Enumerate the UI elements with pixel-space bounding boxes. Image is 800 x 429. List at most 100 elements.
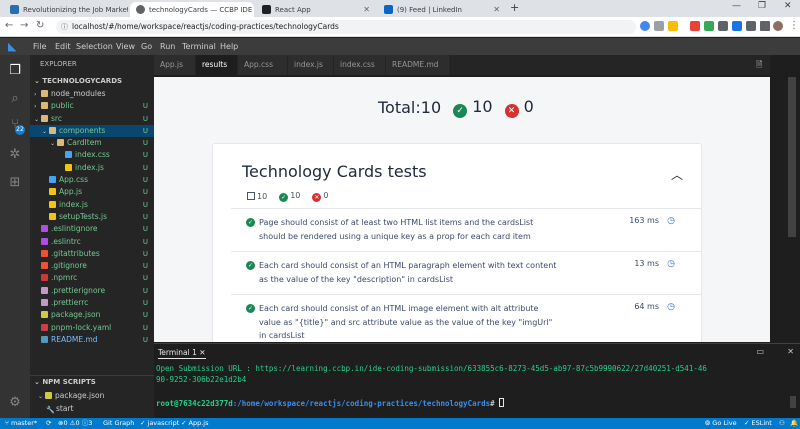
browser-tab-linkedin[interactable]: (9) Feed | LinkedIn ✕ bbox=[378, 2, 506, 17]
tree-item[interactable]: README.md U bbox=[30, 334, 154, 346]
maximize-panel-icon[interactable]: ▭ bbox=[756, 347, 764, 356]
info-count: 3 bbox=[88, 419, 93, 427]
sidepanel-icon[interactable] bbox=[760, 21, 770, 31]
tree-item[interactable]: pnpm-lock.yaml U bbox=[30, 322, 154, 334]
menu-go[interactable]: Go bbox=[141, 38, 152, 55]
gear-icon[interactable]: ⚙ bbox=[7, 395, 23, 411]
menu-terminal[interactable]: Terminal bbox=[182, 38, 216, 55]
sync-icon[interactable]: ⟳ bbox=[46, 418, 51, 429]
forward-icon[interactable]: → bbox=[20, 20, 28, 31]
tree-item[interactable]: ⌄ CardItem U bbox=[30, 137, 154, 149]
menu-run[interactable]: Run bbox=[160, 38, 175, 55]
tree-item-label: CardItem bbox=[67, 138, 102, 148]
npm-package-json[interactable]: ⌄ package.json bbox=[30, 390, 154, 402]
browser-tab-revolutionizing[interactable]: Revolutionizing the Job Market | ✕ bbox=[4, 2, 128, 17]
tree-item[interactable]: .prettierrc U bbox=[30, 297, 154, 309]
share-icon[interactable] bbox=[654, 21, 664, 31]
language-indicator[interactable]: ✓ javascript bbox=[140, 418, 179, 429]
tree-item[interactable]: setupTests.js U bbox=[30, 211, 154, 223]
tree-item[interactable]: .prettierignore U bbox=[30, 285, 154, 297]
extension-icon[interactable] bbox=[704, 21, 714, 31]
tree-item[interactable]: › public U bbox=[30, 100, 154, 112]
tab-app-css[interactable]: App.css bbox=[238, 55, 288, 75]
npm-script-start[interactable]: 🔧start bbox=[30, 403, 154, 415]
git-graph-button[interactable]: Git Graph bbox=[103, 418, 134, 429]
folder-icon bbox=[49, 126, 56, 134]
maximize-icon[interactable]: ❐ bbox=[758, 1, 766, 11]
tree-item[interactable]: .gitattributes U bbox=[30, 248, 154, 260]
tree-item[interactable]: index.js U bbox=[30, 162, 154, 174]
extension-icon[interactable] bbox=[718, 21, 728, 31]
chevron-up-icon[interactable]: ︿ bbox=[671, 166, 683, 183]
tab-readme[interactable]: README.md bbox=[386, 55, 450, 75]
file-icon[interactable]: 🗎 bbox=[756, 59, 762, 73]
tree-item[interactable]: ⌄ components U bbox=[30, 124, 154, 138]
info-icon[interactable]: ⓘ bbox=[61, 20, 68, 34]
puzzle-icon[interactable] bbox=[746, 21, 756, 31]
tab-results[interactable]: results bbox=[196, 55, 238, 75]
extensions-icon[interactable]: ⊞ bbox=[7, 175, 23, 191]
problems-indicator[interactable]: ⊗0 ⚠0 ⓘ3 bbox=[58, 418, 92, 429]
tree-item[interactable]: .gitignore U bbox=[30, 260, 154, 272]
search-icon[interactable]: ⌕ bbox=[7, 91, 23, 107]
window-close-icon[interactable]: ✕ bbox=[784, 1, 792, 11]
terminal-tab[interactable]: Terminal 1 ✕ bbox=[158, 348, 206, 359]
close-icon[interactable]: ✕ bbox=[252, 5, 254, 14]
tab-app-js[interactable]: App.js bbox=[154, 55, 196, 75]
tab-index-css[interactable]: index.css bbox=[334, 55, 386, 75]
google-icon[interactable] bbox=[640, 21, 650, 31]
file-indicator[interactable]: ✓ App.js bbox=[181, 418, 208, 429]
back-icon[interactable]: ← bbox=[5, 20, 13, 31]
menu-file[interactable]: File bbox=[33, 38, 46, 55]
extension-icon[interactable] bbox=[690, 21, 700, 31]
tree-item[interactable]: index.css U bbox=[30, 149, 154, 161]
scrollbar-thumb[interactable] bbox=[788, 77, 796, 237]
tree-item[interactable]: .eslintrc U bbox=[30, 236, 154, 248]
browser-tab-ccbp-ide[interactable]: technologyCards — CCBP IDE ✕ bbox=[130, 2, 254, 17]
close-icon[interactable]: ✕ bbox=[359, 5, 370, 14]
close-panel-icon[interactable]: ✕ bbox=[787, 347, 794, 356]
npm-scripts-header[interactable]: ⌄ NPM SCRIPTS bbox=[30, 375, 154, 388]
git-status-badge: U bbox=[142, 139, 148, 148]
file-tree: › node_modules › public U ⌄ src U ⌄ components U ⌄ C… bbox=[30, 88, 154, 346]
bell-icon[interactable]: 🔔 bbox=[790, 418, 798, 429]
tree-item[interactable]: package.json U bbox=[30, 309, 154, 321]
menu-edit[interactable]: Edit bbox=[55, 38, 71, 55]
close-icon[interactable]: ✕ bbox=[199, 348, 205, 357]
account-icon[interactable]: ⚇ bbox=[779, 418, 785, 429]
menu-selection[interactable]: Selection bbox=[76, 38, 113, 55]
terminal-cursor bbox=[499, 398, 505, 407]
avatar[interactable] bbox=[773, 21, 783, 31]
explorer-icon[interactable]: ❐ bbox=[7, 63, 23, 79]
tree-item-label: .prettierrc bbox=[51, 298, 89, 308]
debug-icon[interactable]: ✲ bbox=[7, 147, 23, 163]
terminal-prompt[interactable]: root@7634c22d377d:/home/workspace/reactj… bbox=[156, 398, 505, 408]
close-icon[interactable]: ✕ bbox=[489, 5, 500, 14]
branch-indicator[interactable]: ⑂ master* bbox=[5, 418, 37, 429]
check-icon: ✓ bbox=[279, 193, 289, 202]
tree-item[interactable]: .eslintignore U bbox=[30, 223, 154, 235]
address-bar[interactable]: ⓘ localhost/#/home/workspace/reactjs/cod… bbox=[56, 20, 636, 34]
browser-tab-react-app[interactable]: React App ✕ bbox=[256, 2, 376, 17]
tree-item[interactable]: App.css U bbox=[30, 174, 154, 186]
star-icon[interactable] bbox=[668, 21, 678, 31]
reload-icon[interactable]: ↻ bbox=[36, 20, 44, 31]
tree-item[interactable]: App.js U bbox=[30, 186, 154, 198]
tree-item[interactable]: index.js U bbox=[30, 199, 154, 211]
tree-item[interactable]: .npmrc U bbox=[30, 272, 154, 284]
more-icon[interactable]: ⋮ bbox=[789, 20, 799, 31]
menu-help[interactable]: Help bbox=[220, 38, 238, 55]
new-tab-button[interactable]: + bbox=[510, 1, 519, 14]
tab-index-js[interactable]: index.js bbox=[288, 55, 334, 75]
eslint-indicator[interactable]: ✓ ESLint bbox=[744, 418, 772, 429]
go-live-button[interactable]: ⦾ Go Live bbox=[705, 418, 737, 429]
terminal-scrollbar[interactable] bbox=[790, 396, 796, 408]
tree-item[interactable]: › node_modules bbox=[30, 88, 154, 100]
extension-icon[interactable] bbox=[732, 21, 742, 31]
minimize-icon[interactable]: — bbox=[732, 1, 741, 11]
editor-scrollbar[interactable] bbox=[770, 55, 800, 343]
tree-item[interactable]: ⌄ src U bbox=[30, 113, 154, 125]
menu-view[interactable]: View bbox=[116, 38, 135, 55]
git-status-badge: U bbox=[142, 299, 148, 308]
project-section-header[interactable]: ⌄ TECHNOLOGYCARDS bbox=[30, 75, 154, 88]
